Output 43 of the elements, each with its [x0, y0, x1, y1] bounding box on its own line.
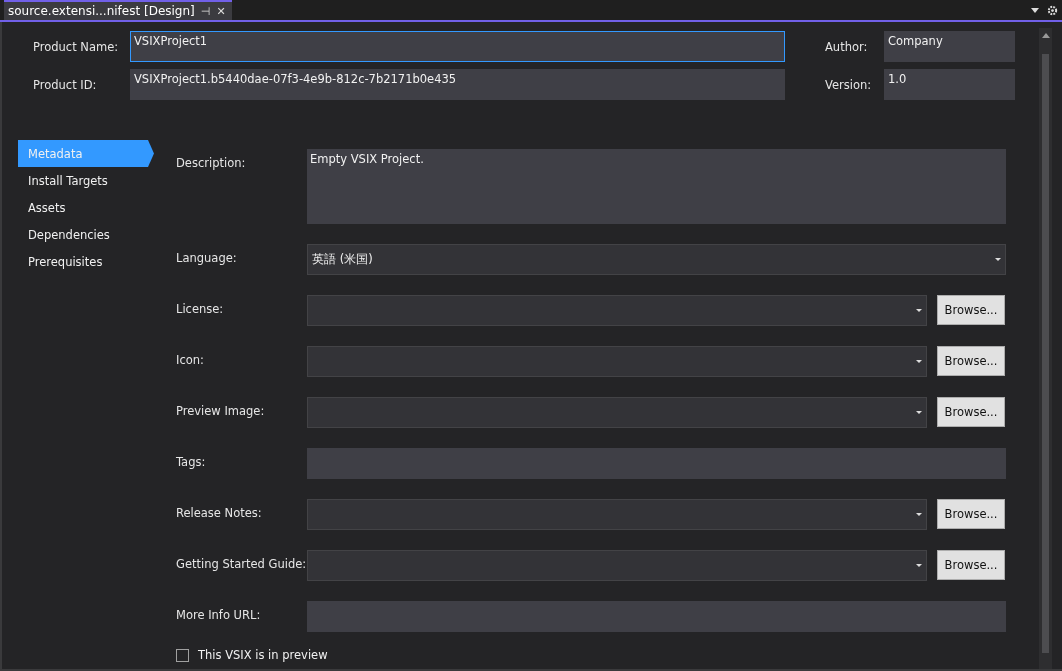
caret-icon [916, 360, 922, 363]
field-label: Version: [825, 77, 873, 92]
field-label: Author: [825, 39, 869, 54]
input-field[interactable]: Company [884, 31, 1015, 62]
field-label: Product ID: [32, 77, 98, 92]
sidebar-item[interactable]: Assets [18, 194, 154, 221]
field-label: More Info URL: [176, 607, 262, 622]
browse-button[interactable]: Browse... [937, 499, 1005, 529]
browse-button[interactable]: Browse... [937, 397, 1005, 427]
caret-icon [995, 258, 1001, 261]
field-label: Product Name: [32, 39, 120, 54]
caret-icon [916, 411, 922, 414]
pin-icon[interactable]: ⊣ [200, 4, 211, 18]
dropdown-icon[interactable] [1031, 7, 1039, 13]
field-label: Icon: [176, 352, 205, 367]
browse-button[interactable]: Browse... [937, 295, 1005, 325]
browse-button[interactable]: Browse... [937, 346, 1005, 376]
checkbox[interactable] [176, 648, 189, 662]
sidebar-item[interactable]: Dependencies [18, 221, 154, 248]
field-label: Tags: [176, 454, 207, 469]
checkbox-label: This VSIX is in preview [198, 648, 328, 662]
sidebar-item[interactable]: Prerequisites [18, 248, 154, 275]
field-label: Getting Started Guide: [176, 556, 307, 571]
field-label: Preview Image: [176, 403, 266, 418]
input-field[interactable]: VSIXProject1.b5440dae-07f3-4e9b-812c-7b2171b0e435 [130, 69, 785, 100]
tab-title: source.extensi...nifest [Design] [8, 4, 195, 18]
close-icon[interactable]: ✕ [216, 4, 226, 18]
field-label: Language: [176, 250, 238, 265]
sidebar-item[interactable]: Install Targets [18, 167, 154, 194]
scroll-up-icon[interactable] [1041, 33, 1050, 38]
caret-icon [916, 309, 922, 312]
browse-button[interactable]: Browse... [937, 550, 1005, 580]
input-field[interactable]: 1.0 [884, 69, 1015, 100]
dropdown[interactable]: 英語 (米国) [307, 244, 1006, 275]
field-label: Description: [176, 155, 247, 170]
field-label: License: [176, 301, 225, 316]
caret-icon [916, 564, 922, 567]
input-field[interactable]: VSIXProject1 [130, 31, 785, 62]
text-area[interactable]: Empty VSIX Project. [307, 149, 1006, 224]
field-label: Release Notes: [176, 505, 263, 520]
document-tab[interactable]: source.extensi...nifest [Design] ⊣ ✕ [4, 0, 232, 20]
caret-icon [916, 513, 922, 516]
settings-icon[interactable] [1047, 4, 1058, 16]
